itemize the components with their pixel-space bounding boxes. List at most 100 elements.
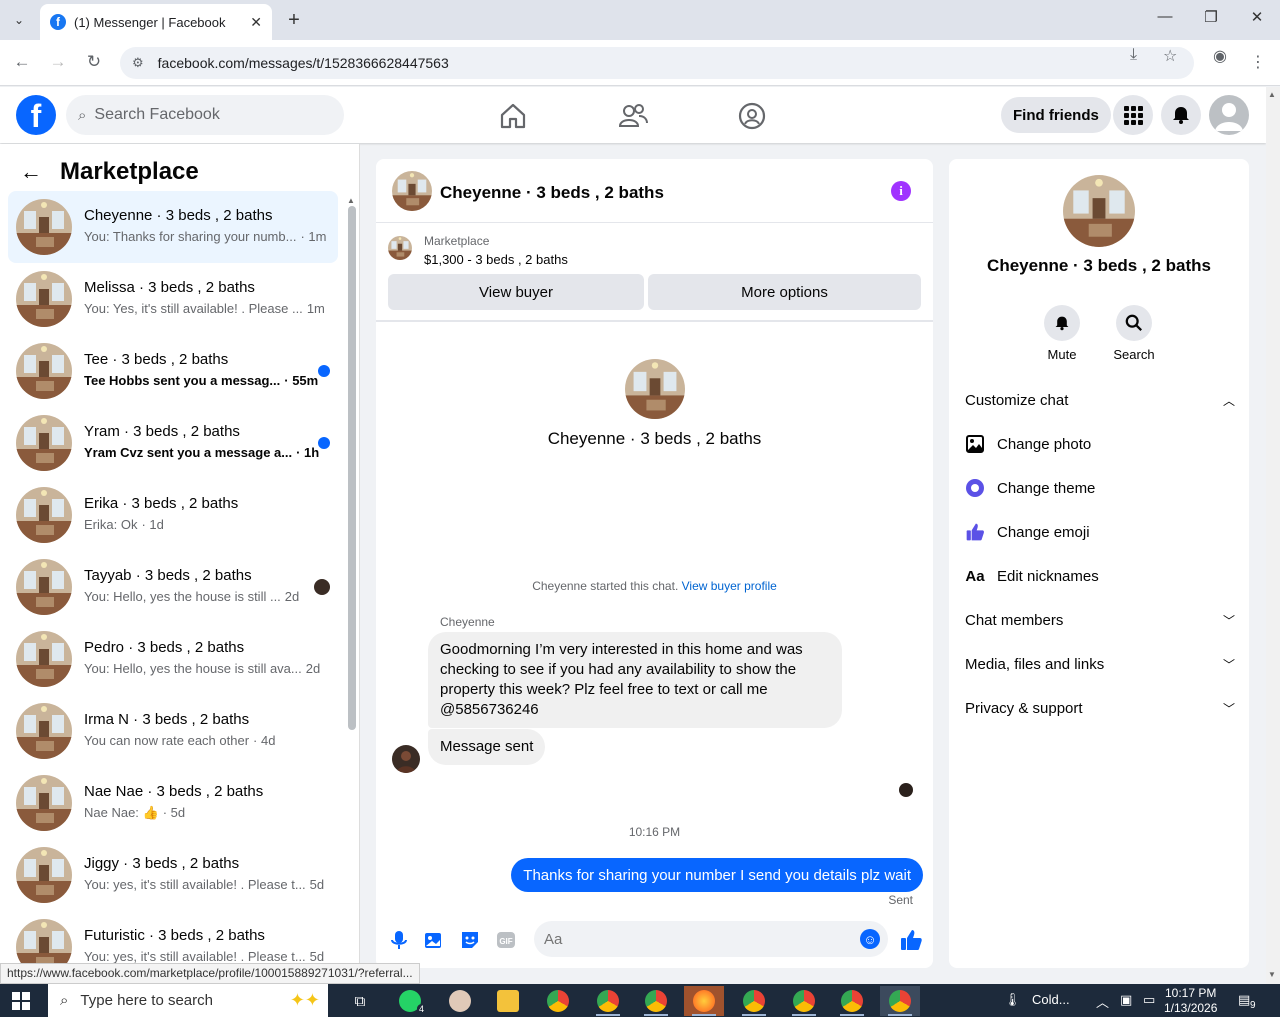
chevron-up-icon: ︿ — [1222, 393, 1235, 408]
notifications-bell-icon[interactable] — [1161, 95, 1201, 135]
chat-thumbnail[interactable] — [392, 171, 432, 211]
reload-icon[interactable]: ↻ — [82, 52, 106, 72]
restore-icon[interactable]: ❐ — [1196, 8, 1226, 26]
conversation-item[interactable]: Erika · 3 beds , 2 baths Erika: Ok · 1d — [8, 479, 338, 551]
outgoing-message[interactable]: Thanks for sharing your number I send yo… — [511, 858, 923, 892]
forward-icon[interactable]: → — [46, 52, 70, 72]
conversation-snippet: Yram Cvz sent you a message a... · 1h — [84, 445, 319, 460]
conversation-item[interactable]: Tee · 3 beds , 2 baths Tee Hobbs sent you… — [8, 335, 338, 407]
message-input[interactable]: ☺ — [534, 921, 888, 957]
groups-icon[interactable] — [737, 101, 767, 131]
whatsapp-taskbar-icon[interactable]: 4 — [390, 986, 430, 1016]
close-tab-icon[interactable]: ✕ — [250, 14, 262, 31]
back-arrow-icon[interactable]: ← — [20, 159, 42, 185]
site-info-icon[interactable]: ⚙ — [132, 55, 144, 71]
mute-button[interactable]: Mute — [1032, 305, 1092, 362]
facebook-search-input[interactable]: ⌕ Search Facebook — [66, 95, 344, 135]
incoming-message[interactable]: Goodmorning I’m very interested in this … — [428, 632, 842, 728]
chat-members-section[interactable]: Chat members ﹀ — [965, 608, 1235, 632]
chrome-active-taskbar-icon[interactable] — [880, 986, 920, 1016]
account-avatar[interactable] — [1209, 95, 1249, 135]
microphone-icon[interactable] — [388, 929, 410, 951]
privacy-support-label: Privacy & support — [965, 699, 1083, 717]
conversation-item[interactable]: Nae Nae · 3 beds , 2 baths Nae Nae: 👍 · 5d — [8, 767, 338, 839]
conversation-item[interactable]: Yram · 3 beds , 2 baths Yram Cvz sent you… — [8, 407, 338, 479]
message-text-field[interactable] — [544, 930, 844, 948]
change-theme-item[interactable]: Change theme — [965, 476, 1235, 500]
taskbar-search-box[interactable]: ⌕ Type here to search ✦✦ — [48, 984, 328, 1017]
bookmark-star-icon[interactable]: ☆ — [1163, 46, 1177, 66]
find-friends-button[interactable]: Find friends — [1001, 97, 1111, 133]
chrome-profile-taskbar-icon[interactable] — [832, 986, 872, 1016]
conversation-name: Tayyab · 3 beds , 2 baths — [84, 567, 252, 584]
file-explorer-icon[interactable] — [488, 986, 528, 1016]
whatsapp-badge: 4 — [416, 1004, 426, 1014]
profile-icon[interactable]: ◉ — [1213, 46, 1227, 66]
snippet-time: · 1h — [296, 445, 320, 460]
chrome-profile-taskbar-icon[interactable] — [784, 986, 824, 1016]
more-options-button[interactable]: More options — [648, 274, 921, 310]
sticker-icon[interactable] — [459, 929, 481, 951]
new-tab-button[interactable]: + — [282, 8, 306, 32]
windows-start-icon[interactable] — [12, 992, 30, 1010]
conversation-item[interactable]: Tayyab · 3 beds , 2 baths You: Hello, yes… — [8, 551, 338, 623]
chrome-taskbar-icon[interactable] — [538, 986, 578, 1016]
photo-attach-icon[interactable] — [423, 929, 445, 951]
tray-chevron-up-icon[interactable]: ︿ — [1096, 992, 1109, 1011]
edit-nicknames-item[interactable]: Aa Edit nicknames — [965, 564, 1235, 588]
privacy-support-section[interactable]: Privacy & support ﹀ — [965, 696, 1235, 720]
task-view-icon[interactable]: ⧉ — [340, 986, 380, 1016]
install-app-icon[interactable]: ⤓ — [1130, 46, 1137, 64]
page-scrollbar[interactable] — [1266, 87, 1280, 984]
chrome-profile-taskbar-icon[interactable] — [636, 986, 676, 1016]
chat-title[interactable]: Cheyenne · 3 beds , 2 baths — [440, 183, 664, 203]
change-emoji-item[interactable]: Change emoji — [965, 520, 1235, 544]
page-scroll-up-icon[interactable]: ▲ — [1268, 90, 1276, 99]
notifications-icon[interactable]: ▤ — [1238, 992, 1250, 1008]
customize-chat-section[interactable]: Customize chat ︿ — [965, 388, 1235, 412]
facebook-logo-icon[interactable]: f — [16, 95, 56, 135]
conversation-item[interactable]: Jiggy · 3 beds , 2 baths You: yes, it's s… — [8, 839, 338, 911]
menu-grid-icon[interactable] — [1113, 95, 1153, 135]
weather-icon[interactable]: 🌡 — [1004, 992, 1021, 1008]
view-buyer-button[interactable]: View buyer — [388, 274, 644, 310]
back-icon[interactable]: ← — [10, 52, 34, 72]
system-clock[interactable]: 10:17 PM 1/13/2026 — [1164, 986, 1217, 1016]
emoji-icon[interactable]: ☺ — [860, 929, 880, 949]
scroll-up-arrow-icon[interactable]: ▲ — [347, 196, 355, 205]
sender-avatar[interactable] — [392, 745, 420, 773]
minimize-icon[interactable]: — — [1150, 8, 1180, 25]
thumbs-up-icon[interactable] — [899, 928, 923, 952]
tab-search-icon[interactable]: ⌄ — [6, 8, 32, 32]
info-icon[interactable]: i — [891, 181, 911, 201]
conversation-name: Nae Nae · 3 beds , 2 baths — [84, 783, 264, 800]
page-scroll-down-icon[interactable]: ▼ — [1268, 970, 1276, 979]
facebook-header: f ⌕ Search Facebook Find friends — [0, 87, 1266, 143]
chrome-profile-taskbar-icon[interactable] — [588, 986, 628, 1016]
unread-dot-icon — [318, 365, 330, 377]
meet-icon[interactable]: ▣ — [1120, 992, 1132, 1008]
home-icon[interactable] — [498, 101, 528, 131]
change-photo-item[interactable]: Change photo — [965, 432, 1235, 456]
conversation-item[interactable]: Pedro · 3 beds , 2 baths You: Hello, yes … — [8, 623, 338, 695]
friends-icon[interactable] — [618, 101, 648, 131]
media-files-section[interactable]: Media, files and links ﹀ — [965, 652, 1235, 676]
url-field[interactable]: ⚙ facebook.com/messages/t/15283666284475… — [120, 47, 1194, 79]
search-in-chat-button[interactable]: Search — [1104, 305, 1164, 362]
weather-text[interactable]: Cold... — [1032, 992, 1070, 1007]
paint-taskbar-icon[interactable] — [440, 986, 480, 1016]
gif-icon[interactable]: GIF — [495, 929, 517, 951]
left-scrollbar-thumb[interactable] — [348, 206, 356, 730]
chrome-profile-taskbar-icon[interactable] — [734, 986, 774, 1016]
firefox-taskbar-icon[interactable] — [684, 986, 724, 1016]
browser-tab[interactable]: f (1) Messenger | Facebook ✕ — [40, 4, 272, 40]
close-window-icon[interactable]: ✕ — [1242, 8, 1272, 26]
conversation-item[interactable]: Irma N · 3 beds , 2 baths You can now rat… — [8, 695, 338, 767]
conversation-item[interactable]: Cheyenne · 3 beds , 2 baths You: Thanks f… — [8, 191, 338, 263]
browser-menu-icon[interactable]: ⋮ — [1250, 52, 1266, 72]
edit-nicknames-label: Edit nicknames — [997, 567, 1099, 585]
conversation-item[interactable]: Melissa · 3 beds , 2 baths You: Yes, it's… — [8, 263, 338, 335]
view-buyer-profile-link[interactable]: View buyer profile — [682, 579, 777, 593]
network-icon[interactable]: ▭ — [1143, 992, 1155, 1008]
incoming-message[interactable]: Message sent — [428, 729, 546, 765]
